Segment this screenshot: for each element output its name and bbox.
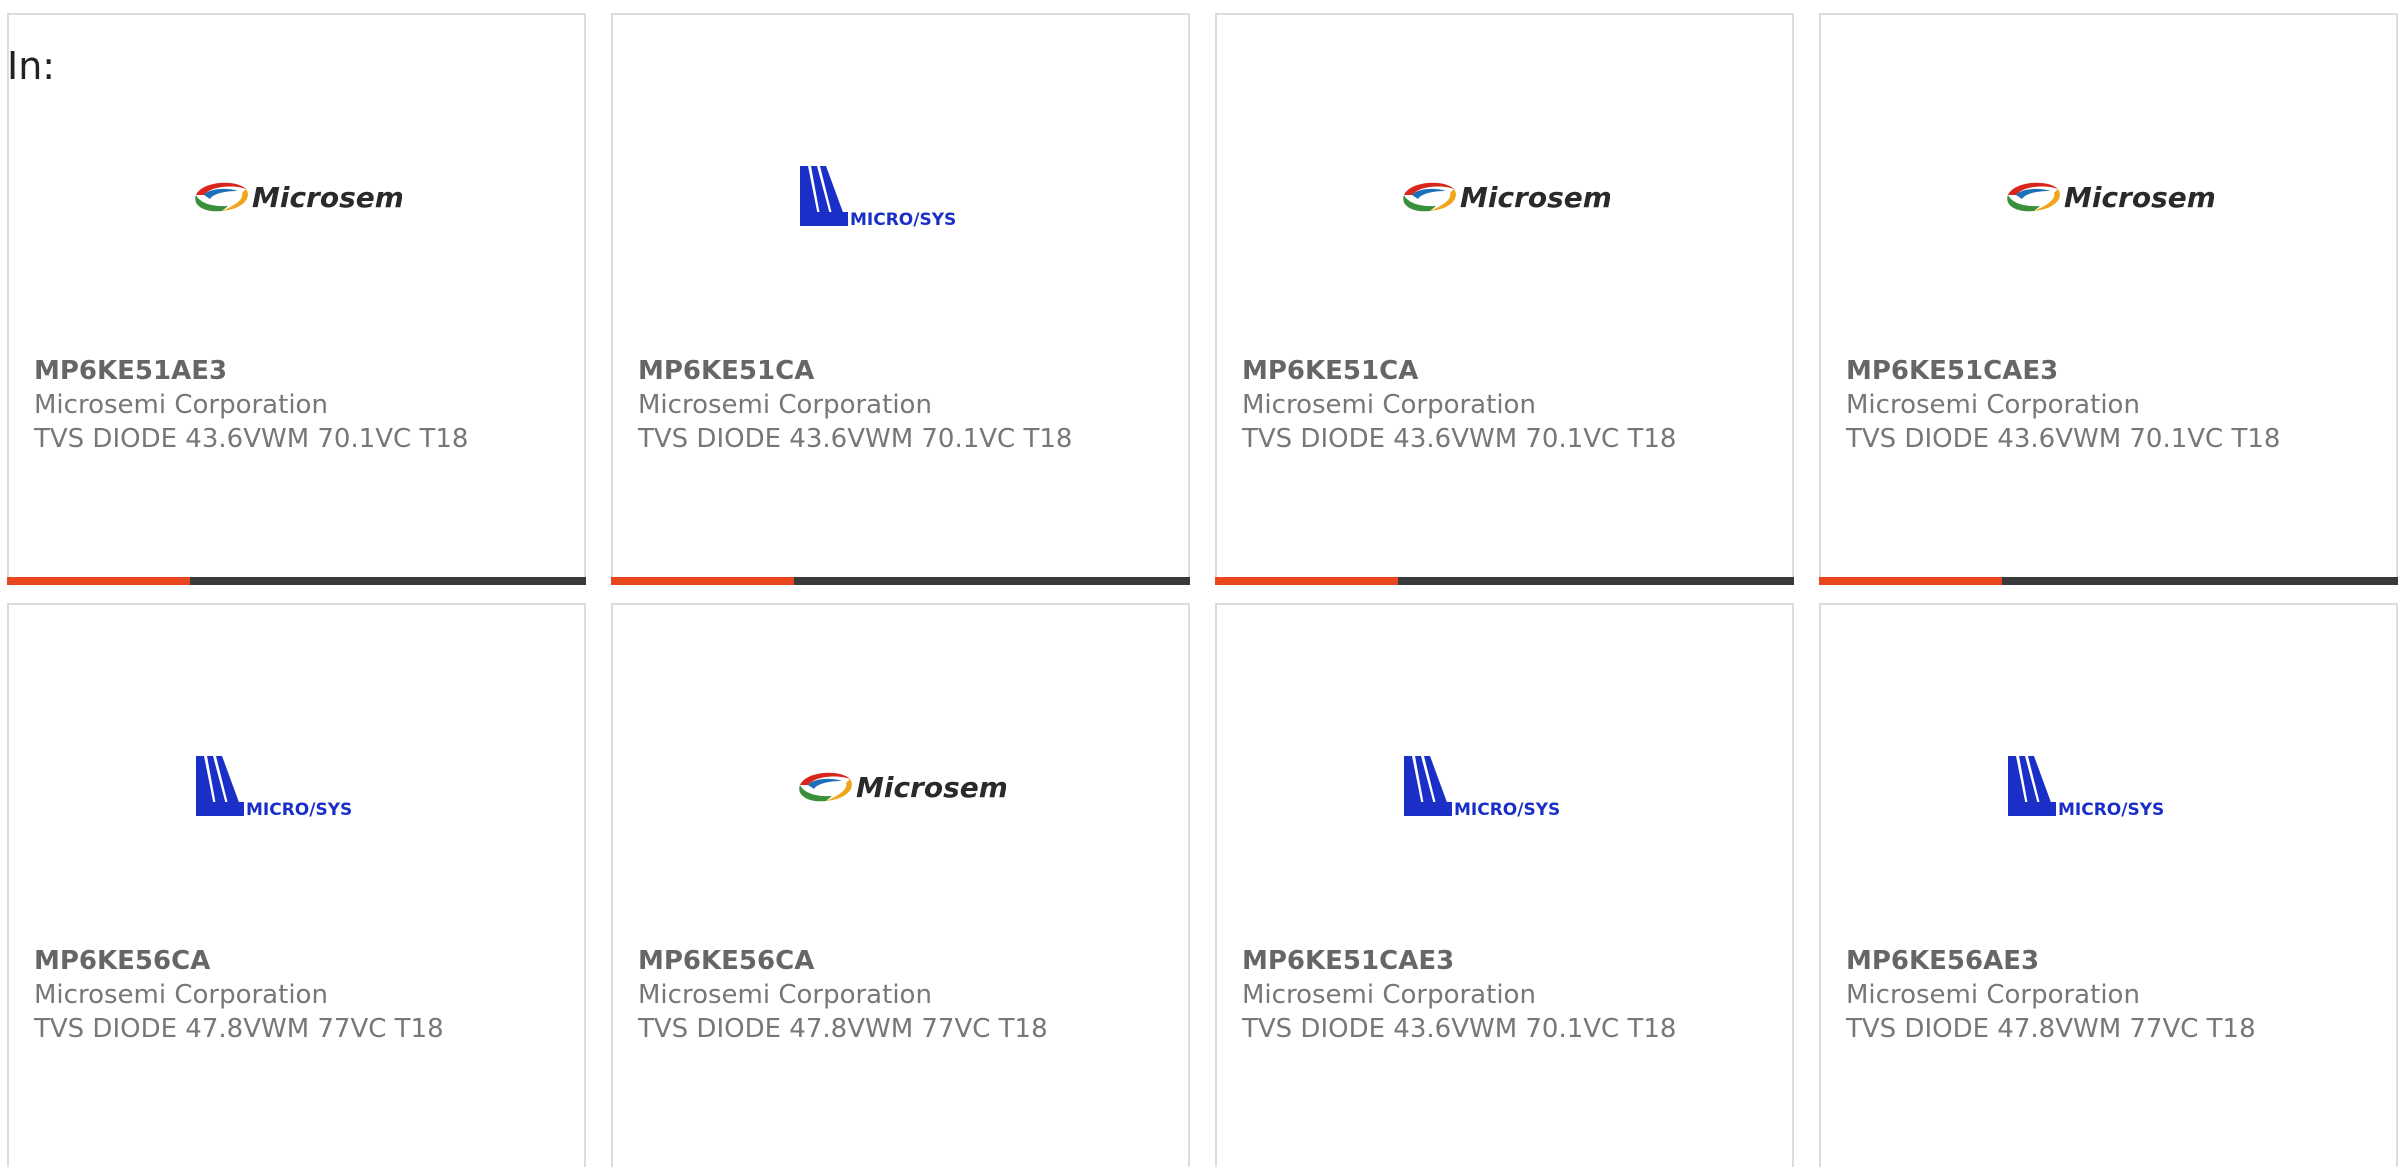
microsys-logo: MICRO/SYS bbox=[1404, 756, 1560, 820]
manufacturer-logo: MICRO/SYS bbox=[9, 733, 584, 843]
svg-text:Microsemi: Microsemi bbox=[1460, 181, 1610, 214]
svg-text:Microsemi: Microsemi bbox=[252, 181, 402, 214]
manufacturer-name: Microsemi Corporation bbox=[638, 980, 932, 1010]
svg-text:MICRO/SYS: MICRO/SYS bbox=[1454, 800, 1560, 820]
product-description: TVS DIODE 43.6VWM 70.1VC T18 bbox=[1242, 1014, 1677, 1044]
bar-rest bbox=[190, 577, 586, 585]
microsemi-logo: Microsemi bbox=[798, 771, 1006, 804]
product-grid: Microsemi MP6KE51AE3 Microsemi Corporati… bbox=[7, 13, 2398, 1167]
svg-text:Microsemi: Microsemi bbox=[2064, 181, 2214, 214]
manufacturer-name: Microsemi Corporation bbox=[34, 390, 328, 420]
product-card[interactable]: MICRO/SYS MP6KE51CAE3 Microsemi Corporat… bbox=[1215, 603, 1794, 1167]
bar-rest bbox=[2002, 577, 2398, 585]
product-description: TVS DIODE 47.8VWM 77VC T18 bbox=[1846, 1014, 2256, 1044]
card-bottom-bar bbox=[611, 577, 1190, 585]
manufacturer-name: Microsemi Corporation bbox=[1242, 980, 1536, 1010]
part-number[interactable]: MP6KE51AE3 bbox=[34, 356, 227, 386]
manufacturer-name: Microsemi Corporation bbox=[1846, 390, 2140, 420]
card-bottom-bar bbox=[7, 577, 586, 585]
product-card[interactable]: MICRO/SYS MP6KE56CA Microsemi Corporatio… bbox=[7, 603, 586, 1167]
microsys-logo: MICRO/SYS bbox=[196, 756, 352, 820]
product-description: TVS DIODE 43.6VWM 70.1VC T18 bbox=[1242, 424, 1677, 454]
product-card[interactable]: Microsemi MP6KE51AE3 Microsemi Corporati… bbox=[7, 13, 586, 585]
manufacturer-name: Microsemi Corporation bbox=[34, 980, 328, 1010]
svg-text:MICRO/SYS: MICRO/SYS bbox=[850, 210, 956, 230]
manufacturer-logo: MICRO/SYS bbox=[1821, 733, 2396, 843]
part-number[interactable]: MP6KE51CA bbox=[1242, 356, 1418, 386]
part-number[interactable]: MP6KE56CA bbox=[638, 946, 814, 976]
product-card[interactable]: Microsemi MP6KE51CAE3 Microsemi Corporat… bbox=[1819, 13, 2398, 585]
part-number[interactable]: MP6KE56CA bbox=[34, 946, 210, 976]
manufacturer-logo: MICRO/SYS bbox=[1217, 733, 1792, 843]
manufacturer-name: Microsemi Corporation bbox=[1846, 980, 2140, 1010]
product-description: TVS DIODE 43.6VWM 70.1VC T18 bbox=[638, 424, 1073, 454]
product-description: TVS DIODE 43.6VWM 70.1VC T18 bbox=[1846, 424, 2281, 454]
product-description: TVS DIODE 43.6VWM 70.1VC T18 bbox=[34, 424, 469, 454]
manufacturer-logo: Microsemi bbox=[1217, 143, 1792, 253]
bar-accent bbox=[611, 577, 794, 585]
product-card[interactable]: Microsemi MP6KE56CA Microsemi Corporatio… bbox=[611, 603, 1190, 1167]
part-number[interactable]: MP6KE56AE3 bbox=[1846, 946, 2039, 976]
bar-rest bbox=[1398, 577, 1794, 585]
microsys-logo: MICRO/SYS bbox=[800, 166, 956, 230]
manufacturer-logo: MICRO/SYS bbox=[613, 143, 1188, 253]
microsemi-logo: Microsemi bbox=[1402, 181, 1610, 214]
product-card[interactable]: MICRO/SYS MP6KE56AE3 Microsemi Corporati… bbox=[1819, 603, 2398, 1167]
svg-text:Microsemi: Microsemi bbox=[856, 771, 1006, 804]
manufacturer-name: Microsemi Corporation bbox=[638, 390, 932, 420]
product-card[interactable]: MICRO/SYS MP6KE51CA Microsemi Corporatio… bbox=[611, 13, 1190, 585]
part-number[interactable]: MP6KE51CAE3 bbox=[1242, 946, 1454, 976]
microsemi-logo: Microsemi bbox=[2006, 181, 2214, 214]
product-description: TVS DIODE 47.8VWM 77VC T18 bbox=[638, 1014, 1048, 1044]
card-bottom-bar bbox=[1819, 577, 2398, 585]
part-number[interactable]: MP6KE51CAE3 bbox=[1846, 356, 2058, 386]
svg-text:MICRO/SYS: MICRO/SYS bbox=[246, 800, 352, 820]
part-number[interactable]: MP6KE51CA bbox=[638, 356, 814, 386]
microsemi-logo: Microsemi bbox=[194, 181, 402, 214]
bar-rest bbox=[794, 577, 1190, 585]
in-label: In: bbox=[7, 44, 56, 88]
product-grid-page: In: Microsemi MP6KE51AE3 Microsemi Corpo… bbox=[0, 0, 2400, 1167]
manufacturer-logo: Microsemi bbox=[1821, 143, 2396, 253]
card-bottom-bar bbox=[1215, 577, 1794, 585]
manufacturer-logo: Microsemi bbox=[613, 733, 1188, 843]
manufacturer-name: Microsemi Corporation bbox=[1242, 390, 1536, 420]
microsys-logo: MICRO/SYS bbox=[2008, 756, 2164, 820]
bar-accent bbox=[1819, 577, 2002, 585]
svg-text:MICRO/SYS: MICRO/SYS bbox=[2058, 800, 2164, 820]
product-description: TVS DIODE 47.8VWM 77VC T18 bbox=[34, 1014, 444, 1044]
bar-accent bbox=[7, 577, 190, 585]
manufacturer-logo: Microsemi bbox=[9, 143, 584, 253]
product-card[interactable]: Microsemi MP6KE51CA Microsemi Corporatio… bbox=[1215, 13, 1794, 585]
bar-accent bbox=[1215, 577, 1398, 585]
